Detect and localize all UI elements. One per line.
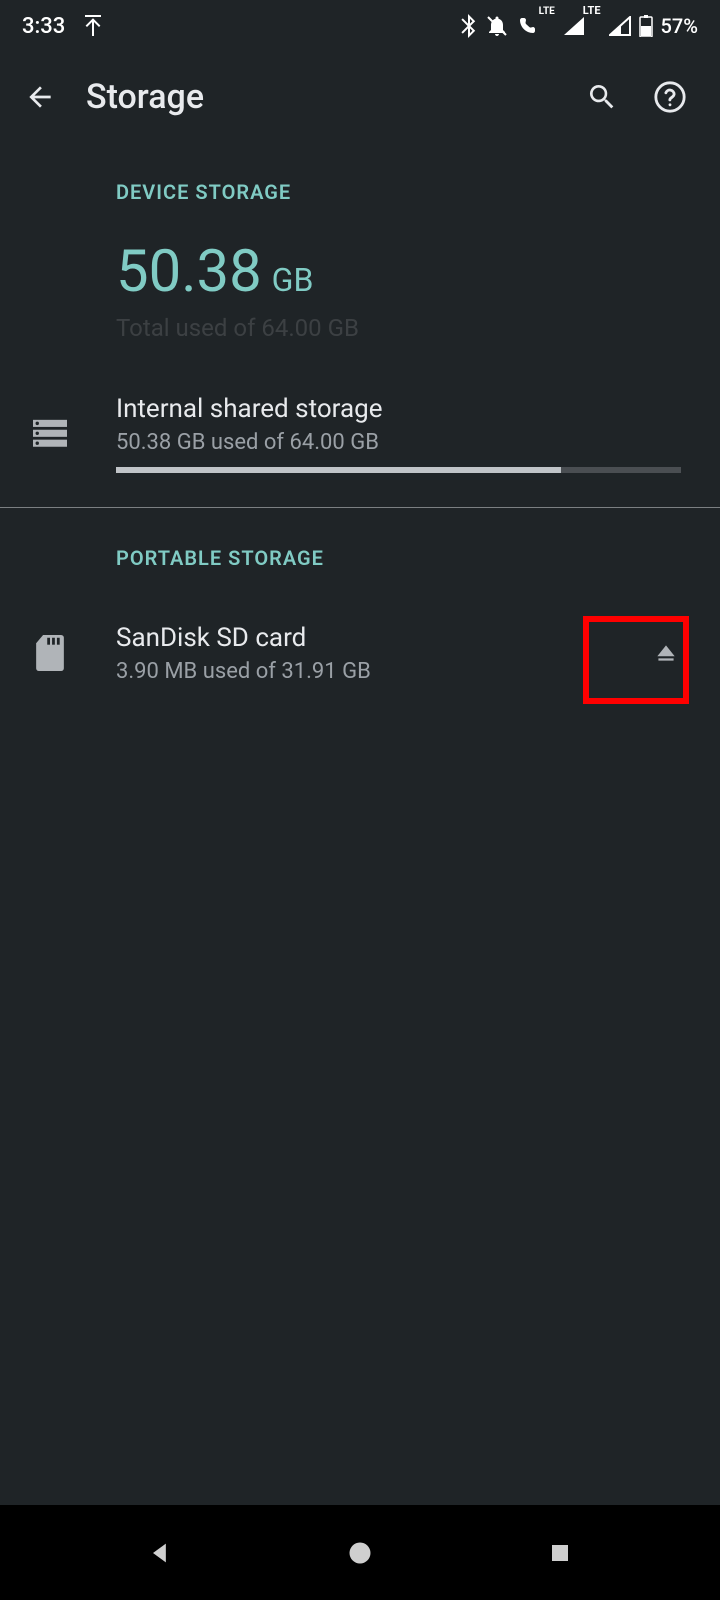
storage-icon [28,419,72,449]
signal-icon [609,16,631,36]
portable-storage-section-label: PORTABLE STORAGE [0,508,720,598]
nav-recent-button[interactable] [535,1528,585,1578]
sdcard-sub: 3.90 MB used of 31.91 GB [116,659,636,684]
bluetooth-icon [459,14,477,38]
nav-home-button[interactable] [335,1528,385,1578]
signal-lte-icon: LTE [563,16,601,36]
battery-percent: 57% [661,14,698,38]
battery-icon [639,15,653,37]
help-button[interactable] [650,77,690,117]
back-button[interactable] [16,73,64,121]
device-storage-section-label: DEVICE STORAGE [0,142,720,232]
app-bar: Storage [0,52,720,142]
internal-storage-title: Internal shared storage [116,394,696,424]
storage-total-subtext: Total used of 64.00 GB [116,314,720,342]
upload-indicator-icon [83,15,103,37]
storage-used-value: 50.38 [116,238,262,306]
dnd-off-icon [485,14,509,38]
sdcard-item[interactable]: SanDisk SD card 3.90 MB used of 31.91 GB [0,598,720,708]
page-title: Storage [86,77,582,117]
status-time: 3:33 [22,14,65,39]
wifi-calling-icon: LTE [517,16,555,36]
eject-button[interactable] [636,640,696,666]
status-bar: 3:33 LTE LTE 57% [0,0,720,52]
storage-summary: 50.38 GB Total used of 64.00 GB [0,232,720,372]
search-button[interactable] [582,77,622,117]
navigation-bar [0,1505,720,1600]
storage-used-unit: GB [272,261,314,299]
nav-back-button[interactable] [135,1528,185,1578]
internal-storage-progress [116,467,681,473]
sdcard-icon [28,635,72,671]
sdcard-title: SanDisk SD card [116,623,636,653]
internal-storage-sub: 50.38 GB used of 64.00 GB [116,430,696,455]
internal-storage-item[interactable]: Internal shared storage 50.38 GB used of… [0,372,720,495]
